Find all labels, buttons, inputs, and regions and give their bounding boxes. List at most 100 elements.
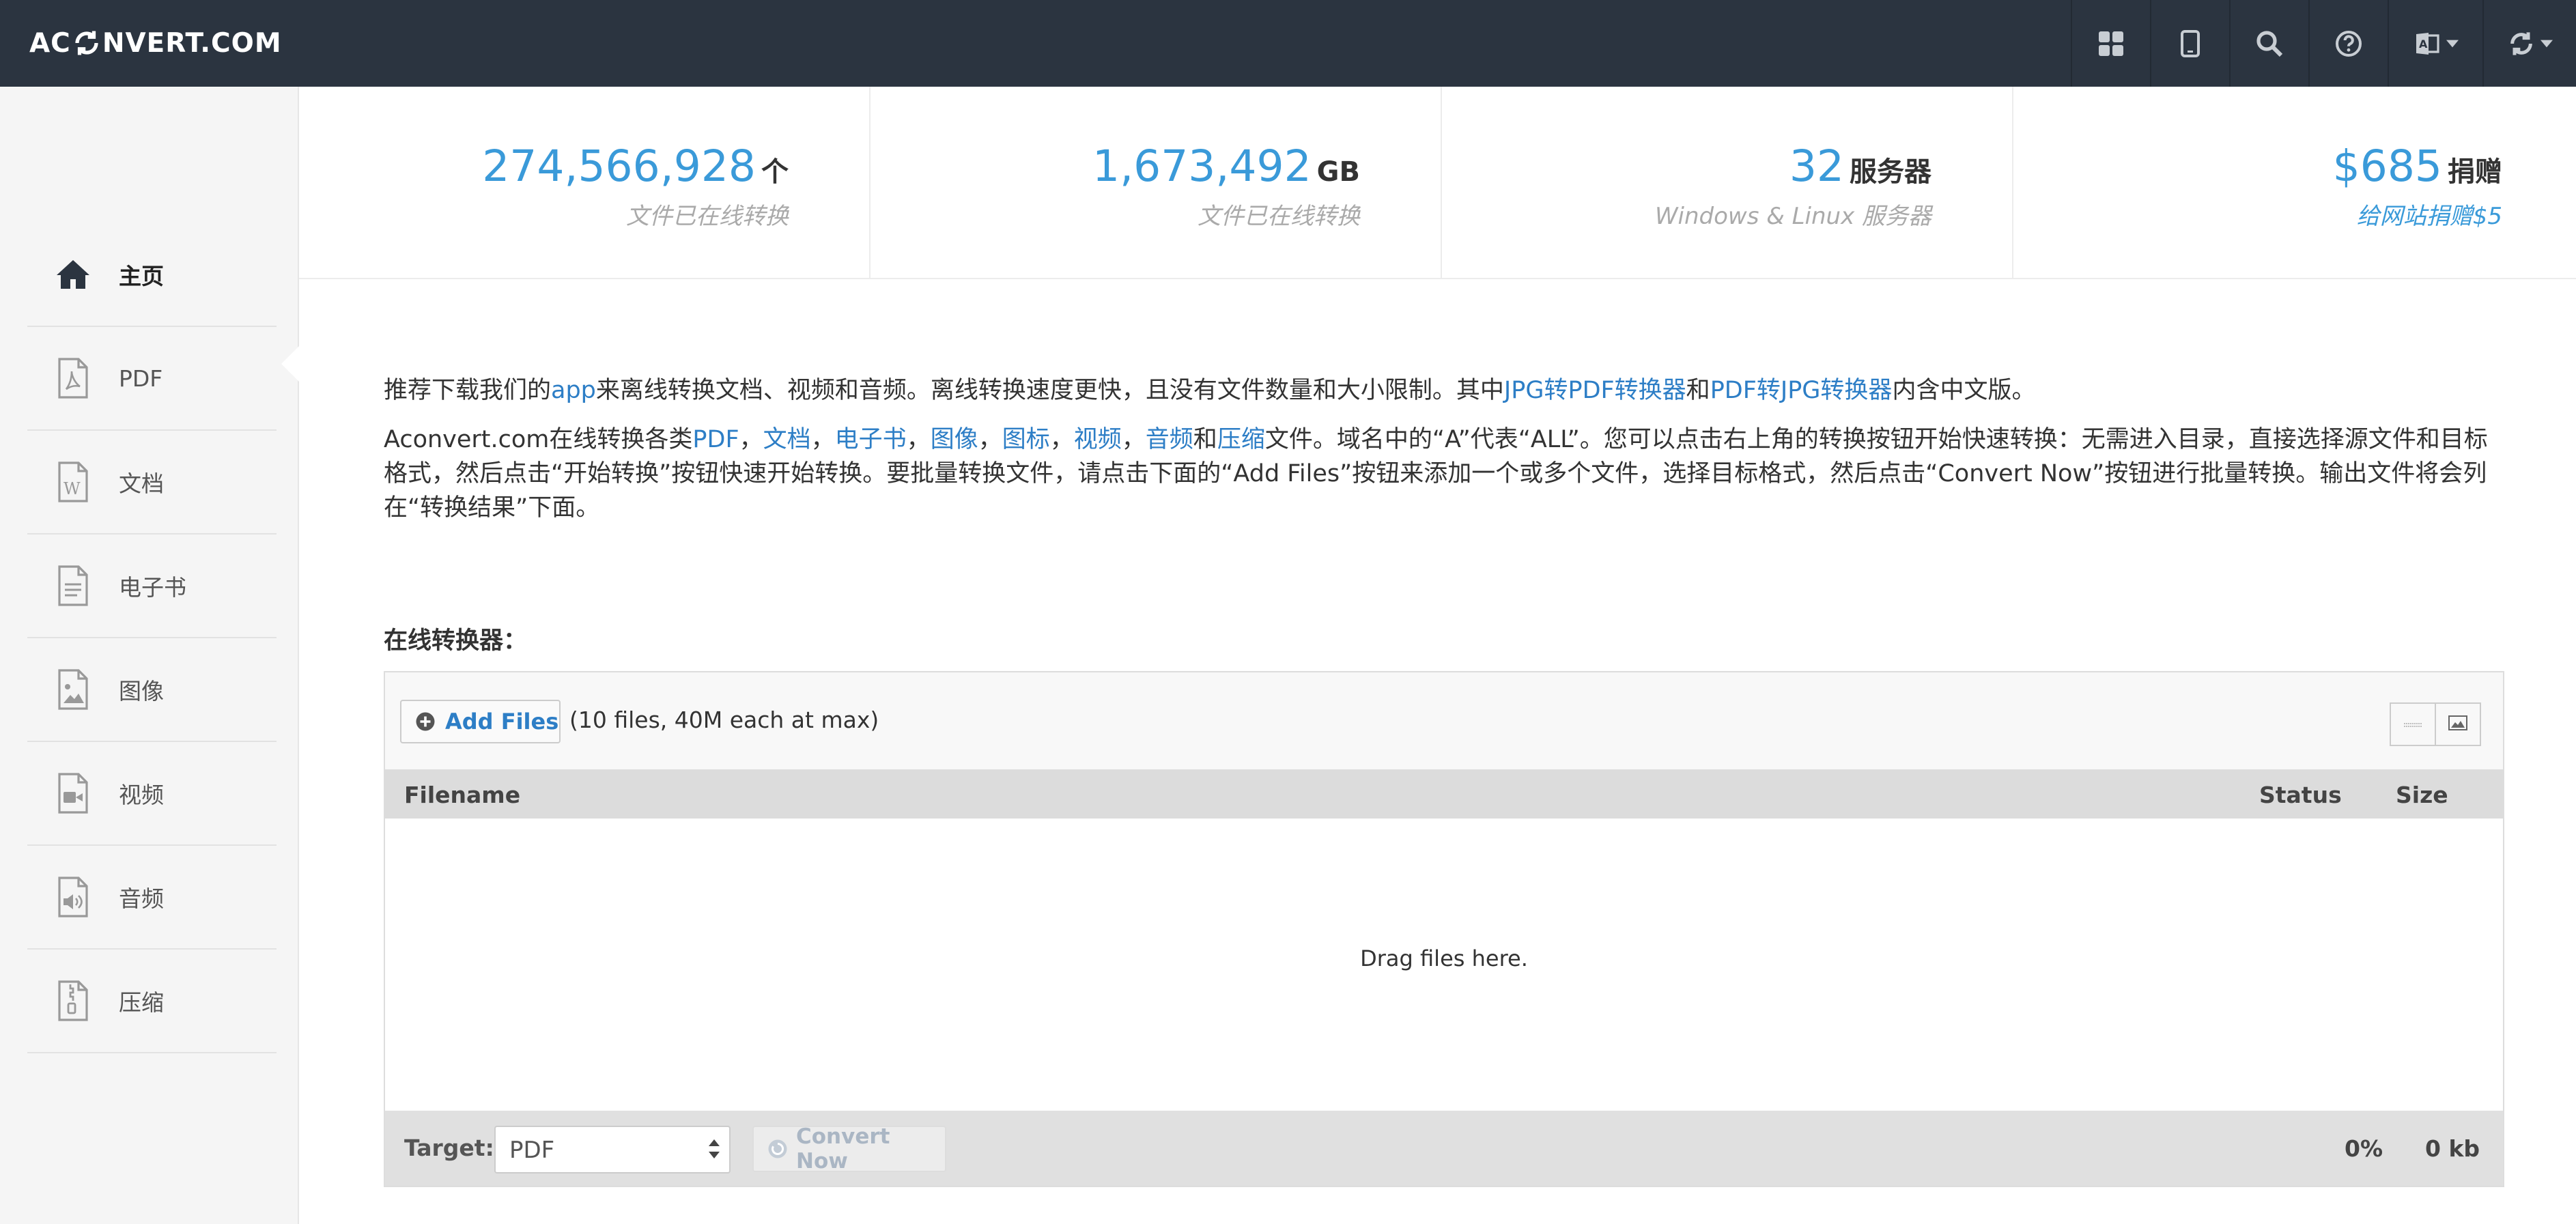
help-icon [2335, 30, 2362, 57]
stat-servers: 32 服务器 Windows & Linux 服务器 [1442, 87, 2013, 278]
chevron-down-icon [2446, 40, 2459, 48]
app-link[interactable]: app [551, 377, 596, 404]
image-file-icon [51, 667, 96, 712]
stat-caption: 文件已在线转换 [1198, 203, 1360, 230]
icon-link[interactable]: 图标 [1002, 426, 1050, 453]
stat-caption: Windows & Linux 服务器 [1654, 203, 1931, 230]
sidebar-item-ebook[interactable]: 电子书 [27, 535, 277, 638]
thumbnail-view-button[interactable] [2436, 702, 2481, 746]
pdf-link[interactable]: PDF [692, 426, 739, 453]
intro-paragraph-app: 推荐下载我们的app来离线转换文档、视频和音频。离线转换速度更快，且没有文件数量… [384, 377, 2036, 404]
search-button[interactable] [2229, 0, 2308, 87]
sidebar-item-audio[interactable]: 音频 [27, 846, 277, 950]
site-logo[interactable]: AC NVERT.COM [29, 23, 282, 63]
ebook-file-icon [51, 563, 96, 608]
convert-now-label: Convert Now [796, 1124, 890, 1173]
audio-file-icon [51, 874, 96, 920]
stat-value: 1,673,492 [1092, 141, 1312, 191]
ebook-link[interactable]: 电子书 [835, 426, 907, 453]
target-label: Target: [404, 1135, 494, 1161]
video-file-icon [51, 771, 96, 816]
sidebar-item-label: 主页 [119, 263, 164, 289]
image-link[interactable]: 图像 [931, 426, 978, 453]
document-link[interactable]: 文档 [763, 426, 811, 453]
stat-unit: 捐赠 [2448, 156, 2503, 188]
archive-link[interactable]: 压缩 [1217, 426, 1265, 453]
chevron-down-icon [2540, 40, 2553, 48]
stat-donations: $685 捐赠 给网站捐赠$5 [2013, 87, 2576, 278]
sidebar-item-home[interactable]: 主页 [27, 223, 277, 327]
help-button[interactable] [2308, 0, 2388, 87]
top-toolbar: A [2071, 0, 2576, 87]
sidebar-item-label: 压缩 [119, 989, 164, 1016]
converter-footer: Target: PDF Convert Now 0% 0 kb [385, 1111, 2503, 1186]
intro-text: 推荐下载我们的app来离线转换文档、视频和音频。离线转换速度更快，且没有文件数量… [384, 373, 2500, 540]
active-item-pointer [281, 346, 299, 382]
converter-section-title: 在线转换器： [384, 627, 528, 655]
jpg-to-pdf-link[interactable]: JPG转PDF转换器 [1504, 377, 1686, 404]
quick-convert-menu-button[interactable] [2482, 0, 2576, 87]
tablet-icon [2180, 29, 2200, 57]
stats-bar: 274,566,928 个 文件已在线转换 1,673,492 GB 文件已在线转换… [299, 87, 2576, 279]
sidebar-item-label: 视频 [119, 782, 164, 808]
sidebar: 主页 PDF W 文档 电子书 图像 视频 音频 压缩 [0, 87, 299, 1224]
stat-value: 274,566,928 [482, 141, 756, 191]
search-icon [2256, 30, 2283, 57]
view-toggle [2390, 702, 2481, 746]
stat-data-converted: 1,673,492 GB 文件已在线转换 [871, 87, 1442, 278]
sidebar-item-label: 图像 [119, 678, 164, 704]
sidebar-item-document[interactable]: W 文档 [27, 431, 277, 535]
sidebar-item-label: 音频 [119, 885, 164, 912]
intro-paragraph-usage: Aconvert.com在线转换各类PDF，文档，电子书，图像，图标，视频，音频… [384, 426, 2488, 522]
file-table-header: Filename Status Size [385, 769, 2503, 819]
column-size: Size [2396, 782, 2448, 808]
pdf-file-icon [51, 356, 96, 401]
sidebar-item-label: 文档 [119, 470, 164, 497]
file-drop-zone[interactable]: Drag files here. [385, 819, 2503, 1098]
convert-circle-icon [767, 1139, 788, 1159]
mobile-app-button[interactable] [2150, 0, 2229, 87]
sidebar-item-archive[interactable]: 压缩 [27, 950, 277, 1053]
audio-link[interactable]: 音频 [1146, 426, 1193, 453]
column-filename: Filename [404, 782, 521, 808]
sidebar-item-image[interactable]: 图像 [27, 638, 277, 742]
select-arrows-icon [709, 1137, 720, 1161]
stat-caption: 文件已在线转换 [626, 203, 789, 230]
stat-value: $685 [2332, 141, 2443, 191]
add-files-button[interactable]: Add Files [400, 700, 561, 743]
convert-now-button[interactable]: Convert Now [752, 1124, 946, 1173]
logo-sync-icon [72, 29, 101, 57]
total-progress: 0% [2345, 1135, 2383, 1162]
donate-link[interactable]: 给网站捐赠$5 [2357, 197, 2502, 231]
stat-files-converted: 274,566,928 个 文件已在线转换 [299, 87, 871, 278]
stat-unit: GB [1316, 156, 1360, 188]
sidebar-item-pdf[interactable]: PDF [27, 327, 277, 431]
svg-text:A: A [2419, 38, 2428, 51]
column-status: Status [2259, 782, 2342, 808]
apps-grid-button[interactable] [2071, 0, 2150, 87]
stat-unit: 服务器 [1850, 156, 1931, 188]
list-view-icon [2404, 718, 2422, 731]
video-link[interactable]: 视频 [1074, 426, 1122, 453]
plus-circle-icon [415, 711, 436, 732]
stat-value: 32 [1789, 141, 1844, 191]
file-limit-note: (10 files, 40M each at max) [569, 707, 879, 733]
drop-hint: Drag files here. [1360, 945, 1528, 971]
batch-converter: Add Files (10 files, 40M each at max) Fi… [384, 671, 2504, 1187]
target-format-value: PDF [509, 1137, 555, 1164]
sidebar-item-label: 电子书 [119, 574, 186, 601]
sidebar-item-video[interactable]: 视频 [27, 742, 277, 846]
sidebar-item-label: PDF [119, 365, 163, 392]
word-file-icon: W [51, 459, 96, 504]
stat-unit: 个 [761, 156, 789, 188]
language-menu-button[interactable]: A [2388, 0, 2482, 87]
convert-menu-icon [2508, 30, 2535, 57]
list-view-button[interactable] [2390, 702, 2436, 746]
grid-icon [2097, 30, 2125, 57]
pdf-to-jpg-link[interactable]: PDF转JPG转换器 [1710, 377, 1893, 404]
add-files-label: Add Files [445, 709, 559, 735]
target-format-select[interactable]: PDF [494, 1126, 731, 1173]
language-icon: A [2414, 30, 2441, 57]
logo-text-left: AC [29, 27, 71, 59]
logo-text-right: NVERT.COM [102, 27, 282, 59]
